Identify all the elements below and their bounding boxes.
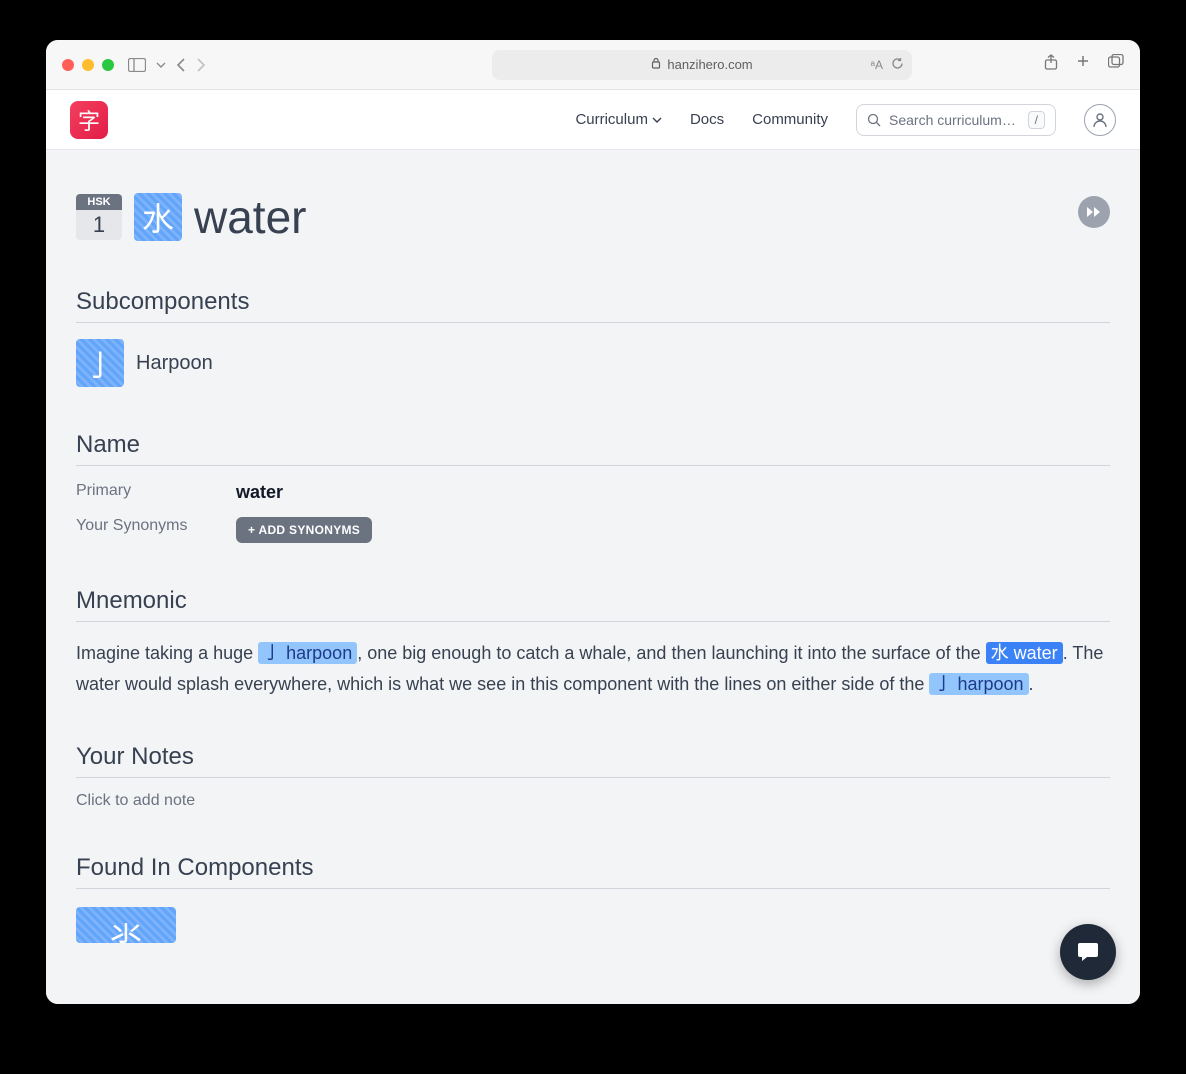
app-header: 字 Curriculum Docs Community Search curri… xyxy=(46,90,1140,150)
subcomponent-glyph: 亅 xyxy=(85,341,115,385)
level-badge: HSK 1 xyxy=(76,194,122,240)
nav-docs[interactable]: Docs xyxy=(690,111,724,128)
reload-icon[interactable] xyxy=(891,57,904,73)
section-heading: Your Notes xyxy=(76,743,1110,778)
synonyms-label: Your Synonyms xyxy=(76,517,236,543)
address-bar-text: hanzihero.com xyxy=(667,57,752,72)
nav-curriculum[interactable]: Curriculum xyxy=(575,111,662,128)
search-input[interactable]: Search curriculum… / xyxy=(856,104,1056,136)
chat-button[interactable] xyxy=(1060,924,1116,980)
maximize-window-button[interactable] xyxy=(102,59,114,71)
address-bar[interactable]: hanzihero.com ᵃA xyxy=(492,50,912,80)
section-heading: Mnemonic xyxy=(76,587,1110,622)
mnemonic-part: . xyxy=(1029,674,1034,694)
forward-button[interactable] xyxy=(196,58,206,72)
mnemonic-part: Imagine taking a huge xyxy=(76,643,258,663)
fast-forward-icon xyxy=(1086,206,1102,218)
chevron-down-icon[interactable] xyxy=(156,62,166,68)
component-reference-harpoon[interactable]: 亅 harpoon xyxy=(258,642,357,664)
section-found-in: Found In Components 氺 xyxy=(76,854,1110,943)
mnemonic-text: Imagine taking a huge 亅 harpoon, one big… xyxy=(76,638,1110,699)
browser-window: hanzihero.com ᵃA xyxy=(46,40,1140,1004)
level-number: 1 xyxy=(76,210,122,240)
search-icon xyxy=(867,113,881,127)
hanzi-badge: 水 xyxy=(134,193,182,241)
subcomponent-name: Harpoon xyxy=(136,352,213,375)
tabs-overview-icon[interactable] xyxy=(1108,54,1124,75)
primary-value: water xyxy=(236,482,1110,503)
sidebar-toggle-icon[interactable] xyxy=(128,58,146,72)
minimize-window-button[interactable] xyxy=(82,59,94,71)
component-reference-water[interactable]: 水 water xyxy=(986,642,1063,664)
mnemonic-part: , one big enough to catch a whale, and t… xyxy=(357,643,985,663)
section-heading: Name xyxy=(76,431,1110,466)
level-system: HSK xyxy=(76,194,122,210)
browser-toolbar: hanzihero.com ᵃA xyxy=(46,40,1140,90)
account-button[interactable] xyxy=(1084,104,1116,136)
section-mnemonic: Mnemonic Imagine taking a huge 亅 harpoon… xyxy=(76,587,1110,699)
subcomponent-item[interactable]: 亅 Harpoon xyxy=(76,339,1110,387)
hanzi-glyph: 水 xyxy=(142,194,174,240)
close-window-button[interactable] xyxy=(62,59,74,71)
user-icon xyxy=(1091,111,1109,129)
title-row: HSK 1 水 water xyxy=(76,190,1110,244)
section-subcomponents: Subcomponents 亅 Harpoon xyxy=(76,288,1110,387)
search-shortcut: / xyxy=(1028,111,1045,129)
search-placeholder: Search curriculum… xyxy=(889,112,1020,128)
share-icon[interactable] xyxy=(1044,54,1058,75)
nav-curriculum-label: Curriculum xyxy=(575,111,648,128)
page-title: water xyxy=(194,190,306,244)
found-in-item[interactable]: 氺 xyxy=(76,907,176,943)
logo-glyph: 字 xyxy=(78,104,100,136)
section-notes: Your Notes Click to add note xyxy=(76,743,1110,810)
component-reference-harpoon[interactable]: 亅 harpoon xyxy=(929,673,1028,695)
content: HSK 1 水 water Subcomponents 亅 Harpoon Na… xyxy=(46,150,1140,1004)
back-button[interactable] xyxy=(176,58,186,72)
subcomponent-glyph-badge: 亅 xyxy=(76,339,124,387)
nav-community-label: Community xyxy=(752,111,828,128)
app-logo[interactable]: 字 xyxy=(70,101,108,139)
primary-label: Primary xyxy=(76,482,236,503)
section-heading: Subcomponents xyxy=(76,288,1110,323)
chevron-down-icon xyxy=(652,117,662,123)
nav-docs-label: Docs xyxy=(690,111,724,128)
new-tab-icon[interactable] xyxy=(1076,54,1090,75)
reader-icon[interactable]: ᵃA xyxy=(871,58,883,72)
next-item-button[interactable] xyxy=(1078,196,1110,228)
lock-icon xyxy=(651,57,661,72)
add-note-placeholder[interactable]: Click to add note xyxy=(76,792,1110,810)
section-name: Name Primary water Your Synonyms + ADD S… xyxy=(76,431,1110,543)
add-synonyms-button[interactable]: + ADD SYNONYMS xyxy=(236,517,372,543)
traffic-lights xyxy=(62,59,114,71)
nav-community[interactable]: Community xyxy=(752,111,828,128)
chat-icon xyxy=(1076,941,1100,963)
section-heading: Found In Components xyxy=(76,854,1110,889)
found-in-glyph: 氺 xyxy=(110,909,142,943)
